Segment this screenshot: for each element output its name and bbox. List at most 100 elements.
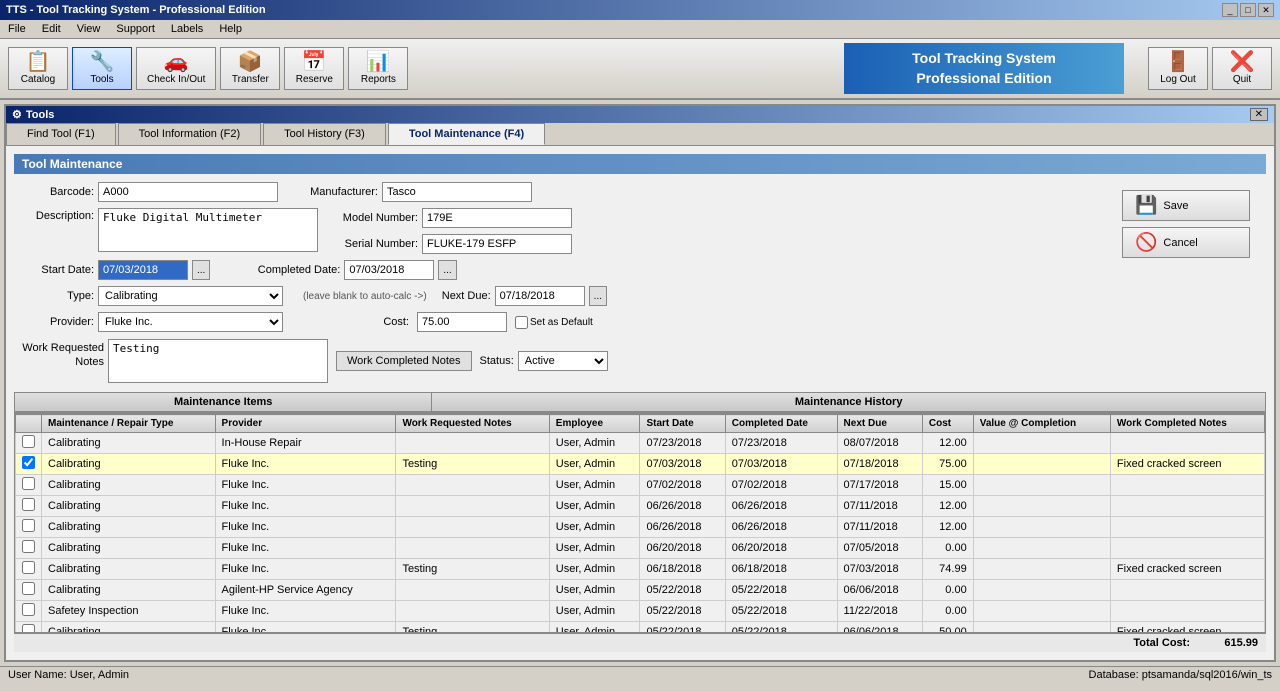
- table-row[interactable]: Calibrating Fluke Inc. Testing User, Adm…: [16, 622, 1265, 634]
- table-row[interactable]: Calibrating In-House Repair User, Admin …: [16, 433, 1265, 454]
- menu-help[interactable]: Help: [215, 22, 246, 36]
- table-header-row: Maintenance / Repair Type Provider Work …: [16, 415, 1265, 433]
- row-checkbox-cell: [16, 538, 42, 559]
- type-select[interactable]: Calibrating Safety Inspection Repair: [98, 286, 283, 306]
- table-row[interactable]: Safetey Inspection Fluke Inc. User, Admi…: [16, 601, 1265, 622]
- menu-file[interactable]: File: [4, 22, 30, 36]
- row-checkbox[interactable]: [22, 435, 35, 448]
- row-type: Calibrating: [42, 580, 216, 601]
- table-row[interactable]: Calibrating Agilent-HP Service Agency Us…: [16, 580, 1265, 601]
- menu-labels[interactable]: Labels: [167, 22, 207, 36]
- tab-find-tool[interactable]: Find Tool (F1): [6, 123, 116, 145]
- start-date-input[interactable]: [98, 260, 188, 280]
- checkinout-button[interactable]: 🚗 Check In/Out: [136, 47, 216, 90]
- row-completed: 05/22/2018: [725, 601, 837, 622]
- barcode-input[interactable]: [98, 182, 278, 202]
- row-cost: 12.00: [922, 433, 973, 454]
- table-row[interactable]: Calibrating Fluke Inc. User, Admin 06/20…: [16, 538, 1265, 559]
- row-checkbox[interactable]: [22, 624, 35, 633]
- menu-view[interactable]: View: [73, 22, 105, 36]
- row-checkbox[interactable]: [22, 477, 35, 490]
- col-work-req[interactable]: Work Requested Notes: [396, 415, 549, 433]
- row-checkbox[interactable]: [22, 456, 35, 469]
- col-start[interactable]: Start Date: [640, 415, 725, 433]
- row-checkbox[interactable]: [22, 540, 35, 553]
- col-next-due[interactable]: Next Due: [837, 415, 922, 433]
- provider-select[interactable]: Fluke Inc. In-House Repair Agilent-HP Se…: [98, 312, 283, 332]
- row-work-req: [396, 475, 549, 496]
- serial-number-input[interactable]: [422, 234, 572, 254]
- save-button[interactable]: 💾 Save: [1122, 190, 1250, 221]
- row-type: Calibrating: [42, 496, 216, 517]
- maintenance-items-tab[interactable]: Maintenance Items: [15, 393, 431, 412]
- manufacturer-input[interactable]: [382, 182, 532, 202]
- row-checkbox-cell: [16, 475, 42, 496]
- row-next-due: 08/07/2018: [837, 433, 922, 454]
- row-provider: Fluke Inc.: [215, 559, 396, 580]
- checkinout-icon: 🚗: [164, 52, 189, 72]
- row-value: [973, 454, 1110, 475]
- table-row[interactable]: Calibrating Fluke Inc. User, Admin 07/02…: [16, 475, 1265, 496]
- maximize-button[interactable]: □: [1240, 3, 1256, 17]
- model-number-input[interactable]: [422, 208, 572, 228]
- tab-tool-info[interactable]: Tool Information (F2): [118, 123, 261, 145]
- row-cost: 0.00: [922, 580, 973, 601]
- col-value[interactable]: Value @ Completion: [973, 415, 1110, 433]
- status-select[interactable]: Active Inactive: [518, 351, 608, 371]
- table-body: Calibrating In-House Repair User, Admin …: [16, 433, 1265, 634]
- minimize-button[interactable]: _: [1222, 3, 1238, 17]
- col-completed[interactable]: Completed Date: [725, 415, 837, 433]
- col-employee[interactable]: Employee: [549, 415, 640, 433]
- work-requested-textarea[interactable]: Testing: [108, 339, 328, 383]
- description-textarea[interactable]: Fluke Digital Multimeter: [98, 208, 318, 252]
- work-completed-notes-button[interactable]: Work Completed Notes: [336, 351, 472, 371]
- tab-tool-history[interactable]: Tool History (F3): [263, 123, 386, 145]
- col-type[interactable]: Maintenance / Repair Type: [42, 415, 216, 433]
- set-as-default-label: Set as Default: [515, 316, 593, 329]
- model-number-label: Model Number:: [338, 212, 418, 224]
- cancel-button[interactable]: 🚫 Cancel: [1122, 227, 1250, 258]
- completed-date-input[interactable]: [344, 260, 434, 280]
- menu-support[interactable]: Support: [112, 22, 159, 36]
- table-row[interactable]: Calibrating Fluke Inc. Testing User, Adm…: [16, 559, 1265, 580]
- col-cost[interactable]: Cost: [922, 415, 973, 433]
- col-work-comp[interactable]: Work Completed Notes: [1110, 415, 1264, 433]
- logout-icon: 🚪: [1166, 52, 1191, 72]
- set-as-default-checkbox[interactable]: [515, 316, 528, 329]
- row-checkbox[interactable]: [22, 582, 35, 595]
- cost-input[interactable]: [417, 312, 507, 332]
- quit-button[interactable]: ❌ Quit: [1212, 47, 1272, 90]
- row-type: Calibrating: [42, 559, 216, 580]
- row-checkbox[interactable]: [22, 561, 35, 574]
- close-button[interactable]: ✕: [1258, 3, 1274, 17]
- next-due-picker-button[interactable]: ...: [589, 286, 607, 306]
- next-due-input[interactable]: [495, 286, 585, 306]
- reserve-button[interactable]: 📅 Reserve: [284, 47, 344, 90]
- row-next-due: 06/06/2018: [837, 580, 922, 601]
- menu-edit[interactable]: Edit: [38, 22, 65, 36]
- logout-button[interactable]: 🚪 Log Out: [1148, 47, 1208, 90]
- provider-row: Provider: Fluke Inc. In-House Repair Agi…: [14, 312, 283, 332]
- tab-tool-maintenance[interactable]: Tool Maintenance (F4): [388, 123, 545, 145]
- row-checkbox[interactable]: [22, 519, 35, 532]
- row-work-comp: [1110, 475, 1264, 496]
- table-row[interactable]: Calibrating Fluke Inc. User, Admin 06/26…: [16, 496, 1265, 517]
- col-provider[interactable]: Provider: [215, 415, 396, 433]
- row-checkbox[interactable]: [22, 603, 35, 616]
- catalog-icon: 📋: [26, 52, 51, 72]
- table-row[interactable]: Calibrating Fluke Inc. Testing User, Adm…: [16, 454, 1265, 475]
- completed-date-picker-button[interactable]: ...: [438, 260, 456, 280]
- next-due-row: (leave blank to auto-calc ->) Next Due: …: [303, 286, 607, 306]
- maintenance-history-tab[interactable]: Maintenance History: [432, 393, 1265, 412]
- tools-button[interactable]: 🔧 Tools: [72, 47, 132, 90]
- catalog-button[interactable]: 📋 Catalog: [8, 47, 68, 90]
- row-employee: User, Admin: [549, 475, 640, 496]
- row-checkbox[interactable]: [22, 498, 35, 511]
- window-close-button[interactable]: ✕: [1250, 108, 1268, 121]
- data-table-container[interactable]: Maintenance / Repair Type Provider Work …: [14, 413, 1266, 633]
- start-date-picker-button[interactable]: ...: [192, 260, 210, 280]
- reports-button[interactable]: 📊 Reports: [348, 47, 408, 90]
- transfer-button[interactable]: 📦 Transfer: [220, 47, 280, 90]
- row-work-comp: [1110, 433, 1264, 454]
- table-row[interactable]: Calibrating Fluke Inc. User, Admin 06/26…: [16, 517, 1265, 538]
